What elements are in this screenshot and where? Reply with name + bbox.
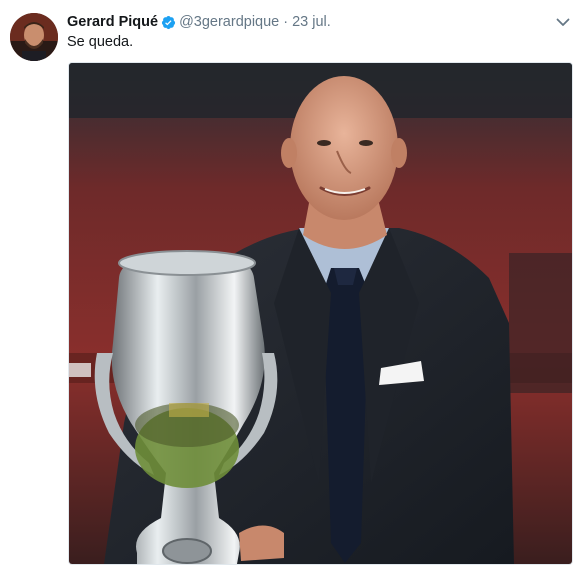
author-avatar[interactable] xyxy=(10,13,58,61)
header-separator: · xyxy=(283,14,289,30)
tweet-photo[interactable] xyxy=(68,62,573,565)
photo-image xyxy=(69,63,572,564)
tweet-date[interactable]: 23 jul. xyxy=(292,14,331,30)
tweet-header: Gerard Piqué @3gerardpique · 23 jul. xyxy=(67,12,331,32)
author-display-name[interactable]: Gerard Piqué xyxy=(67,14,158,30)
avatar-photo-icon xyxy=(10,13,58,61)
tweet: Gerard Piqué @3gerardpique · 23 jul. Se … xyxy=(0,0,583,573)
author-handle[interactable]: @3gerardpique xyxy=(179,14,279,30)
chevron-down-icon[interactable] xyxy=(555,14,571,30)
tweet-text: Se queda. xyxy=(67,34,134,50)
verified-badge-icon xyxy=(161,15,176,29)
